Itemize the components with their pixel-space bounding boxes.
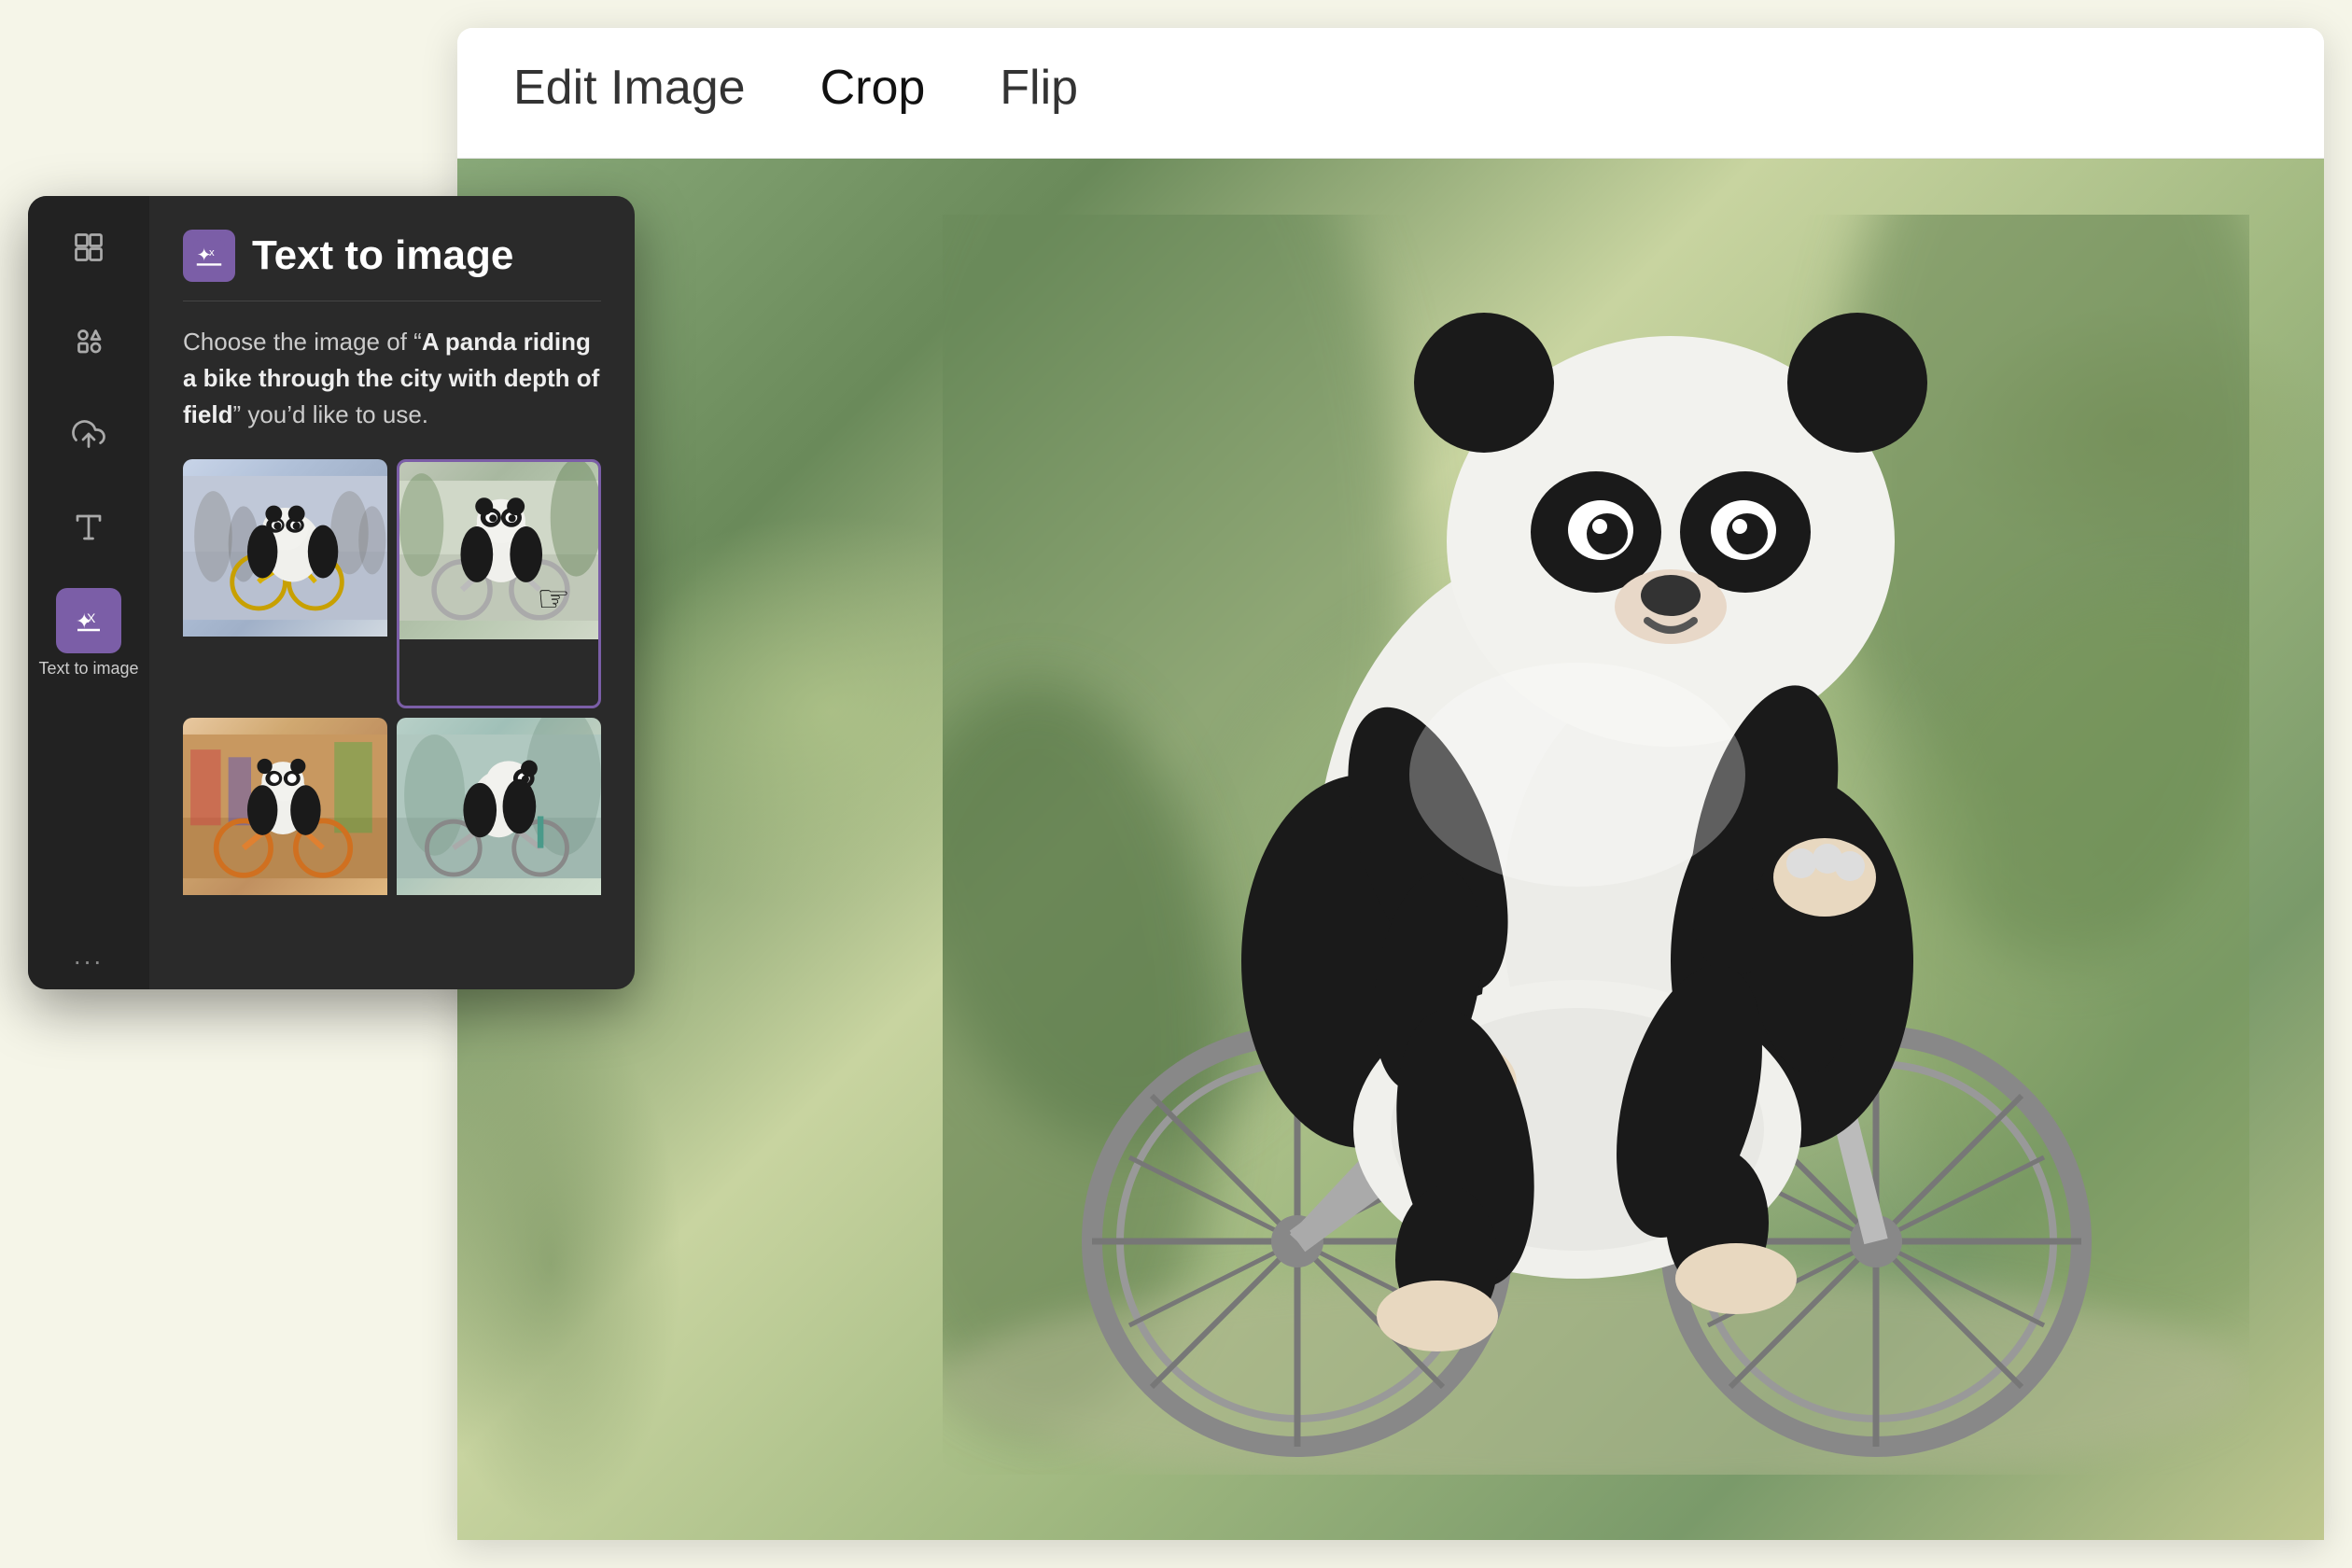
sidebar-panel: ✦ X Text to image ... ✦ x Text to image [28, 196, 635, 989]
tab-crop[interactable]: Crop [820, 60, 926, 126]
panel-description: Choose the image of “A panda riding a bi… [183, 324, 601, 433]
svg-text:x: x [209, 247, 215, 259]
tab-flip[interactable]: Flip [1000, 60, 1078, 126]
text-to-image-label: Text to image [38, 659, 138, 679]
icon-rail: ✦ X Text to image ... [28, 196, 149, 989]
panda-image-3 [183, 718, 387, 895]
grid-item-1[interactable] [183, 459, 387, 708]
tab-edit-image[interactable]: Edit Image [513, 60, 746, 126]
main-panda-svg [943, 215, 2249, 1475]
panel-title: Text to image [252, 232, 513, 279]
cursor-pointer: ☞ [537, 578, 570, 621]
panda-image-2: ☞ [399, 462, 598, 639]
content-panel: ✦ x Text to image Choose the image of “A… [149, 196, 635, 989]
text-to-image-icon: ✦ X [72, 604, 105, 637]
layout-icon [72, 231, 105, 264]
text-icon-btn[interactable] [56, 495, 121, 560]
elements-icon-btn[interactable] [56, 308, 121, 373]
grid-item-2[interactable]: ☞ [397, 459, 601, 708]
svg-text:X: X [87, 610, 96, 625]
panel-header: ✦ x Text to image [183, 230, 601, 282]
panel-ai-icon: ✦ x [193, 240, 225, 272]
panda-background [457, 159, 2324, 1540]
panda-svg-4 [397, 718, 601, 895]
editor-image-area [457, 159, 2324, 1540]
upload-icon-btn[interactable] [56, 401, 121, 467]
panda-image-4 [397, 718, 601, 895]
grid-item-3[interactable] [183, 718, 387, 961]
editor-panel: Edit Image Crop Flip [457, 28, 2324, 1540]
panda-svg-3 [183, 718, 387, 895]
image-grid: ☞ [183, 459, 601, 961]
panda-svg-1 [183, 459, 387, 637]
layout-icon-btn[interactable] [56, 215, 121, 280]
panda-image-1 [183, 459, 387, 637]
panel-icon: ✦ x [183, 230, 235, 282]
more-options-btn[interactable]: ... [74, 941, 104, 971]
text-to-image-icon-btn[interactable]: ✦ X Text to image [38, 588, 138, 679]
editor-toolbar: Edit Image Crop Flip [457, 28, 2324, 159]
desc-suffix: ” you’d like to use. [232, 400, 428, 428]
grid-item-4[interactable] [397, 718, 601, 961]
elements-icon [72, 324, 105, 357]
upload-icon [72, 417, 105, 451]
desc-prefix: Choose the image of “ [183, 328, 422, 356]
text-icon [72, 511, 105, 544]
text-to-image-icon-box: ✦ X [56, 588, 121, 653]
